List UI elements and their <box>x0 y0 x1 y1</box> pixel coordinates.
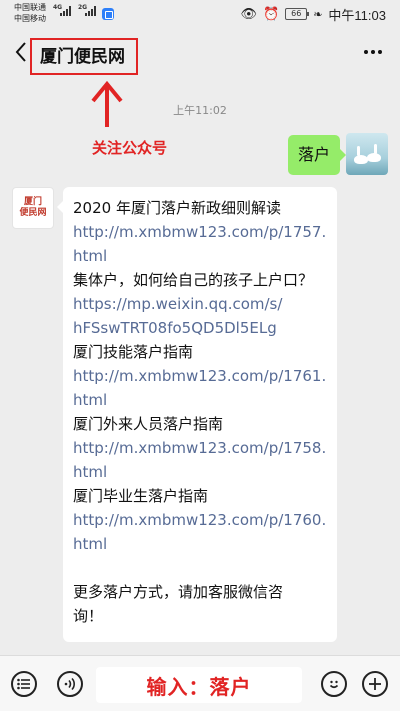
message-link-line[interactable]: html <box>73 388 327 412</box>
message-text-line: 厦门毕业生落户指南 <box>73 487 209 505</box>
voice-icon[interactable] <box>57 671 83 697</box>
eye-icon: 👁 <box>240 6 258 22</box>
message-text-line: 更多落户方式，请加客服微信咨 <box>73 583 284 601</box>
chat-header: 厦门便民网 <box>0 30 400 76</box>
message-link-line[interactable]: http://m.xmbmw123.com/p/1760. <box>73 508 327 532</box>
menu-list-icon[interactable] <box>11 671 37 697</box>
received-message-bubble: 2020 年厦门落户新政细则解读 http://m.xmbmw123.com/p/… <box>57 187 337 642</box>
message-link-line[interactable]: http://m.xmbmw123.com/p/1757. <box>73 220 327 244</box>
message-link-line[interactable]: http://m.xmbmw123.com/p/1758. <box>73 436 327 460</box>
status-icons: 👁 ⏰ 66 ❧ 中午11:03 <box>241 5 387 23</box>
avatar-text-line-2: 便民网 <box>19 208 47 218</box>
message-text-line: 2020 年厦门落户新政细则解读 <box>73 199 281 217</box>
user-avatar[interactable] <box>346 133 388 175</box>
signal-2-icon <box>85 6 96 16</box>
message-link-line[interactable]: html <box>73 532 327 556</box>
plus-icon[interactable] <box>362 671 388 697</box>
emoji-icon[interactable] <box>321 671 347 697</box>
message-link-line[interactable]: hFSswTRT08fo5QD5Dl5ELg <box>73 316 327 340</box>
leaf-icon: ❧ <box>313 7 323 21</box>
status-time: 中午11:03 <box>328 7 386 23</box>
back-arrow-icon[interactable] <box>14 41 28 63</box>
official-account-avatar[interactable]: 厦门 便民网 <box>12 187 54 229</box>
alarm-icon: ⏰ <box>263 6 280 22</box>
carrier-2: 中国移动 <box>14 14 46 23</box>
message-link-line[interactable]: html <box>73 460 327 484</box>
message-text-line: 厦门外来人员落户指南 <box>73 415 224 433</box>
sent-message-bubble[interactable]: 落户 <box>287 135 347 175</box>
message-input[interactable]: 输入：落户 <box>96 667 302 703</box>
follow-account-note: 关注公众号 <box>92 139 168 157</box>
message-link-line[interactable]: html <box>73 244 327 268</box>
status-bar: 中国联通 中国移动 4G 2G 👁 ⏰ 66 ❧ 中午11:03 <box>0 0 400 30</box>
battery-icon: 66 <box>285 8 310 20</box>
app-notification-icon <box>102 8 114 20</box>
message-text-line <box>73 556 327 580</box>
chat-input-bar: 输入：落户 <box>0 655 400 711</box>
chat-title[interactable]: 厦门便民网 <box>40 42 125 67</box>
carrier-1: 中国联通 <box>14 3 46 12</box>
avatar-text-line-1: 厦门 <box>23 197 42 207</box>
message-text-line: 厦门技能落户指南 <box>73 343 194 361</box>
signal-1-icon <box>60 6 71 16</box>
more-options-icon[interactable] <box>364 50 382 54</box>
message-link-line[interactable]: http://m.xmbmw123.com/p/1761. <box>73 364 327 388</box>
message-text-line: 集体户，如何给自己的孩子上户口？ <box>73 271 314 289</box>
message-text-line: 询！ <box>73 607 104 625</box>
message-link-line[interactable]: https://mp.weixin.qq.com/s/ <box>73 292 327 316</box>
message-timestamp: 上午11:02 <box>173 104 227 117</box>
